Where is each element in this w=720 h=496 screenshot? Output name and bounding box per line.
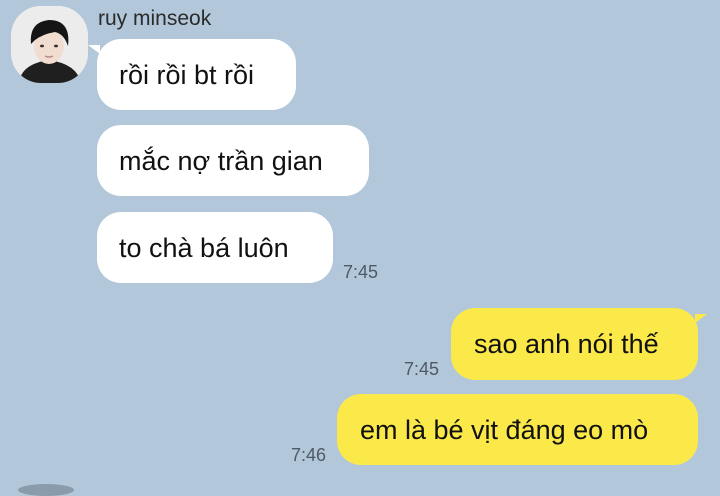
- bubble-tail: [88, 45, 100, 54]
- message-bubble-incoming[interactable]: mắc nợ trần gian: [97, 125, 369, 196]
- message-text: em là bé vịt đáng eo mò: [360, 415, 649, 445]
- chat-window: ruy minseok rồi rồi bt rồi mắc nợ trần g…: [0, 0, 720, 496]
- message-bubble-outgoing[interactable]: em là bé vịt đáng eo mò: [337, 394, 698, 465]
- sender-avatar[interactable]: [11, 6, 88, 83]
- message-text: rồi rồi bt rồi: [119, 60, 255, 90]
- message-text: to chà bá luôn: [119, 233, 289, 263]
- message-timestamp: 7:45: [343, 262, 379, 282]
- message-bubble-incoming[interactable]: to chà bá luôn: [97, 212, 333, 283]
- bubble-tail: [695, 314, 707, 323]
- message-bubble-outgoing[interactable]: sao anh nói thế: [451, 308, 707, 380]
- avatar-photo: [11, 6, 88, 83]
- message-text: sao anh nói thế: [474, 329, 659, 359]
- message-bubble-incoming[interactable]: rồi rồi bt rồi: [88, 39, 296, 110]
- message-timestamp: 7:45: [404, 359, 440, 379]
- message-timestamp: 7:46: [291, 445, 327, 465]
- message-text: mắc nợ trần gian: [119, 146, 323, 176]
- next-avatar-edge: [18, 484, 74, 496]
- sender-name: ruy minseok: [98, 7, 212, 30]
